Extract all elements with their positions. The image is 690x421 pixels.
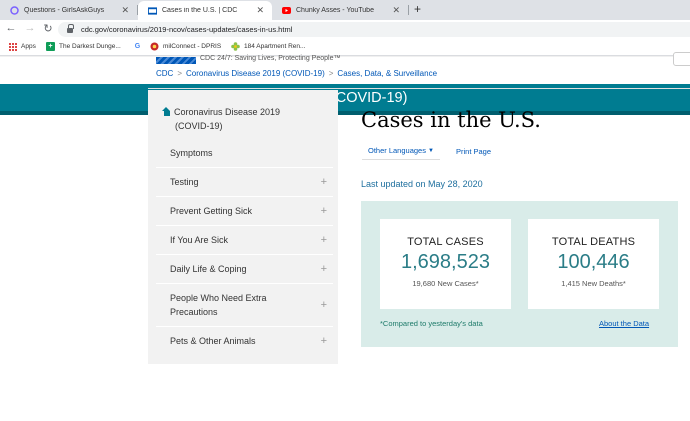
youtube-icon: [282, 6, 291, 15]
total-deaths-label: TOTAL DEATHS: [551, 236, 636, 248]
sidebar-item-label: Daily Life & Coping: [170, 264, 247, 274]
bookmark-label: milConnect - DPRIS: [163, 43, 222, 50]
bookmark-label: The Darkest Dunge...: [59, 43, 121, 50]
sidebar-item-label: Symptoms: [170, 148, 213, 158]
google-icon: G: [134, 43, 141, 50]
address-bar[interactable]: cdc.gov/coronavirus/2019-ncov/cases-upda…: [58, 22, 690, 37]
tab-youtube[interactable]: Chunky Asses - YouTube ✕: [272, 1, 408, 20]
sidebar-item-label: Prevent Getting Sick: [170, 206, 253, 216]
sidebar-item-extra-precautions[interactable]: People Who Need Extra Precautions +: [156, 283, 333, 326]
sidebar-item-label: People Who Need Extra Precautions: [170, 293, 267, 317]
tab-cdc[interactable]: Cases in the U.S. | CDC ✕: [138, 1, 272, 20]
bookmark-darkest-dungeon[interactable]: + The Darkest Dunge...: [46, 42, 121, 51]
sidebar-item-daily-life[interactable]: Daily Life & Coping +: [156, 254, 333, 283]
divider: [148, 88, 690, 89]
total-cases-label: TOTAL CASES: [407, 236, 484, 248]
home-icon: [162, 107, 171, 116]
bookmark-milconnect[interactable]: milConnect - DPRIS: [150, 42, 221, 51]
expand-plus-icon[interactable]: +: [321, 204, 327, 218]
print-page-link[interactable]: Print Page: [450, 142, 497, 160]
sidebar-item-symptoms[interactable]: Symptoms: [156, 139, 333, 167]
page-title: Cases in the U.S.: [361, 108, 541, 132]
expand-plus-icon[interactable]: +: [321, 233, 327, 247]
sidebar-item-prevent[interactable]: Prevent Getting Sick +: [156, 196, 333, 225]
reload-icon[interactable]: ↻: [42, 22, 54, 35]
url-text: cdc.gov/coronavirus/2019-ncov/cases-upda…: [81, 25, 293, 34]
close-icon[interactable]: ✕: [256, 5, 264, 16]
cdc-logo[interactable]: [156, 57, 196, 64]
close-icon[interactable]: ✕: [121, 5, 129, 16]
breadcrumb-separator: >: [177, 69, 183, 78]
tab-girlsaskguys[interactable]: Questions - GirlsAskGuys ✕: [0, 1, 137, 20]
new-tab-button[interactable]: +: [414, 2, 421, 16]
other-languages-dropdown[interactable]: Other Languages ▼: [362, 142, 440, 160]
expand-plus-icon[interactable]: +: [321, 298, 327, 312]
sidebar-item-label: Testing: [170, 177, 199, 187]
caret-down-icon: ▼: [427, 147, 434, 154]
total-deaths-value: 100,446: [557, 251, 630, 273]
tab-title: Questions - GirlsAskGuys: [24, 7, 105, 14]
sidebar-home-link[interactable]: Coronavirus Disease 2019 (COVID-19): [162, 105, 332, 133]
forward-arrow-icon[interactable]: →: [24, 22, 36, 34]
sidebar-item-pets[interactable]: Pets & Other Animals +: [156, 326, 333, 354]
back-arrow-icon[interactable]: ←: [5, 22, 17, 34]
search-box-edge[interactable]: [673, 52, 690, 66]
cdc-icon: [148, 6, 157, 15]
case-summary-panel: TOTAL CASES 1,698,523 19,680 New Cases* …: [361, 201, 678, 347]
bookmark-google[interactable]: G: [133, 42, 146, 51]
about-the-data-link[interactable]: About the Data: [599, 319, 649, 328]
bookmark-label: 184 Apartment Ren...: [244, 43, 306, 50]
sidebar-home-line1: Coronavirus Disease 2019: [174, 107, 281, 117]
total-cases-card: TOTAL CASES 1,698,523 19,680 New Cases*: [380, 219, 511, 309]
tab-strip: Questions - GirlsAskGuys ✕ Cases in the …: [0, 0, 690, 20]
cdc-tagline: CDC 24/7: Saving Lives, Protecting Peopl…: [200, 55, 341, 62]
expand-plus-icon[interactable]: +: [321, 334, 327, 348]
breadcrumb-separator: >: [328, 69, 334, 78]
expand-plus-icon[interactable]: +: [321, 175, 327, 189]
sidebar-items: Symptoms Testing + Prevent Getting Sick …: [156, 139, 333, 354]
flower-icon: [231, 42, 240, 51]
breadcrumb-covid[interactable]: Coronavirus Disease 2019 (COVID-19): [186, 69, 325, 78]
sidebar-item-testing[interactable]: Testing +: [156, 167, 333, 196]
new-cases: 19,680 New Cases*: [412, 279, 479, 288]
sidebar-item-label: Pets & Other Animals: [170, 335, 256, 346]
sidebar-item-if-sick[interactable]: If You Are Sick +: [156, 225, 333, 254]
expand-plus-icon[interactable]: +: [321, 262, 327, 276]
lock-icon: [67, 23, 74, 33]
bookmark-label: Apps: [21, 43, 36, 50]
last-updated: Last updated on May 28, 2020: [361, 179, 483, 189]
total-cases-value: 1,698,523: [401, 251, 490, 273]
bookmark-plus-icon: +: [46, 42, 55, 51]
bookmark-apartment[interactable]: 184 Apartment Ren...: [231, 42, 305, 51]
breadcrumb-cdc[interactable]: CDC: [156, 69, 173, 78]
breadcrumb: CDC > Coronavirus Disease 2019 (COVID-19) >…: [156, 69, 437, 78]
milconnect-icon: [150, 42, 159, 51]
other-languages-label: Other Languages: [368, 146, 426, 155]
circle-icon: [10, 6, 19, 15]
browser-toolbar: ← → ↻ cdc.gov/coronavirus/2019-ncov/case…: [0, 20, 690, 39]
bookmarks-bar: Apps + The Darkest Dunge... G milConnect…: [0, 39, 690, 56]
bookmark-apps[interactable]: Apps: [8, 42, 36, 51]
breadcrumb-cases[interactable]: Cases, Data, & Surveillance: [337, 69, 437, 78]
tab-title: Chunky Asses - YouTube: [296, 7, 374, 14]
new-deaths: 1,415 New Deaths*: [561, 279, 626, 288]
tab-divider: [408, 5, 409, 15]
apps-grid-icon: [8, 42, 17, 51]
print-page-label: Print Page: [456, 146, 492, 156]
sidebar-nav: Coronavirus Disease 2019 (COVID-19) Symp…: [148, 90, 338, 364]
total-deaths-card: TOTAL DEATHS 100,446 1,415 New Deaths*: [528, 219, 659, 309]
sidebar-home-line2: (COVID-19): [175, 121, 223, 131]
close-icon[interactable]: ✕: [392, 5, 400, 16]
sidebar-item-label: If You Are Sick: [170, 235, 229, 245]
comparison-note: *Compared to yesterday's data: [380, 319, 483, 328]
tab-title: Cases in the U.S. | CDC: [162, 7, 238, 14]
